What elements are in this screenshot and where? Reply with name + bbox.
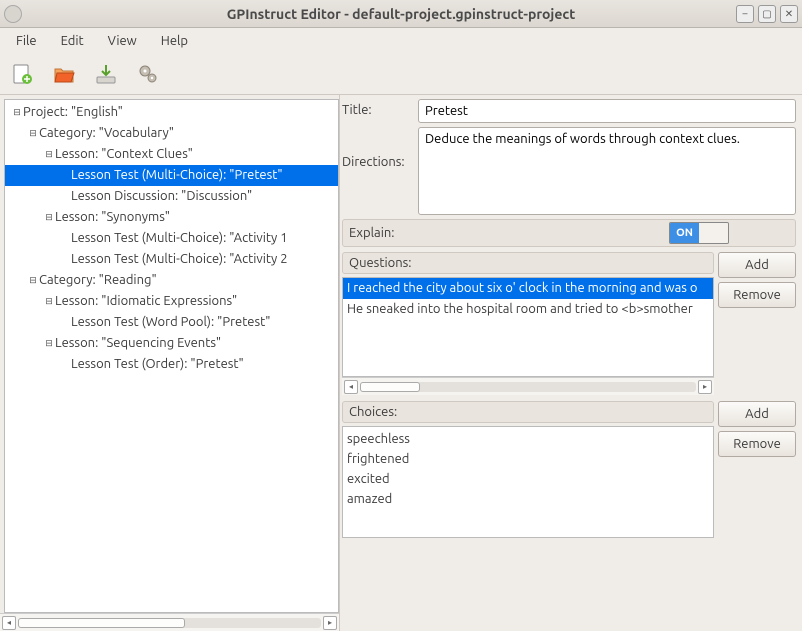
settings-button[interactable] [134,60,162,88]
remove-choice-button[interactable]: Remove [718,431,796,457]
menu-help[interactable]: Help [151,31,198,51]
questions-list[interactable]: I reached the city about six o' clock in… [342,277,714,377]
tree-item[interactable]: ⊟Lesson: "Idiomatic Expressions" [5,291,338,312]
tree-item-label: Lesson Discussion: "Discussion" [71,186,252,207]
tree-item-label: Category: "Reading" [39,270,157,291]
tree-item[interactable]: Lesson Test (Multi-Choice): "Pretest" [5,165,338,186]
question-row[interactable]: I reached the city about six o' clock in… [343,278,713,299]
tree-item-label: Lesson: "Idiomatic Expressions" [55,291,237,312]
tree-item[interactable]: ⊟Project: "English" [5,102,338,123]
tree-item[interactable]: ⊟Category: "Reading" [5,270,338,291]
tree-twisty[interactable]: ⊟ [43,144,55,165]
question-row[interactable]: He sneaked into the hospital room and tr… [343,299,713,320]
remove-question-button[interactable]: Remove [718,282,796,308]
choice-row[interactable]: amazed [343,489,713,509]
choice-row[interactable]: frightened [343,449,713,469]
titlebar: GPInstruct Editor - default-project.gpin… [0,0,802,28]
tree-item-label: Project: "English" [23,102,123,123]
choices-header: Choices: [342,401,714,423]
editor-panel: Title: Directions: Explain: ON Questions… [340,95,802,631]
directions-textarea[interactable] [418,127,796,215]
tree-item-label: Lesson Test (Multi-Choice): "Activity 2 [71,249,288,270]
menu-view[interactable]: View [98,31,147,51]
tree-twisty[interactable]: ⊟ [43,207,55,228]
toolbar [0,54,802,94]
add-question-button[interactable]: Add [718,252,796,278]
choice-row[interactable]: speechless [343,429,713,449]
new-file-button[interactable] [8,60,36,88]
tree-twisty[interactable]: ⊟ [27,123,39,144]
explain-label: Explain: [349,226,395,240]
page-plus-icon [11,63,33,85]
scroll-right-icon[interactable]: ▸ [698,380,712,394]
open-file-button[interactable] [50,60,78,88]
toggle-on-label: ON [670,223,699,243]
scroll-right-icon[interactable]: ▸ [323,616,337,630]
tree-item-label: Lesson Test (Multi-Choice): "Activity 1 [71,228,288,249]
tree-item[interactable]: Lesson Test (Multi-Choice): "Activity 2 [5,249,338,270]
tree-item[interactable]: ⊟Lesson: "Context Clues" [5,144,338,165]
tree-item[interactable]: Lesson Discussion: "Discussion" [5,186,338,207]
add-choice-button[interactable]: Add [718,401,796,427]
choices-list[interactable]: speechlessfrightenedexcitedamazed [342,426,714,538]
tree-hscrollbar[interactable]: ◂ ▸ [0,613,339,631]
tree-item-label: Lesson Test (Multi-Choice): "Pretest" [71,165,283,186]
tree-item-label: Lesson Test (Order): "Pretest" [71,354,244,375]
tree-item[interactable]: ⊟Lesson: "Sequencing Events" [5,333,338,354]
tree-item-label: Lesson: "Synonyms" [55,207,170,228]
tree-twisty[interactable]: ⊟ [43,333,55,354]
tree-item-label: Lesson Test (Word Pool): "Pretest" [71,312,270,333]
folder-open-icon [53,63,75,85]
title-input[interactable] [418,99,796,123]
window-title: GPInstruct Editor - default-project.gpin… [0,6,802,22]
tree-twisty[interactable]: ⊟ [27,270,39,291]
gears-icon [137,63,159,85]
menu-file[interactable]: File [6,31,47,51]
tree-item[interactable]: ⊟Category: "Vocabulary" [5,123,338,144]
choice-row[interactable]: excited [343,469,713,489]
questions-header: Questions: [342,252,714,274]
directions-label: Directions: [342,127,418,169]
menu-edit[interactable]: Edit [51,31,94,51]
save-down-icon [95,63,117,85]
tree-item-label: Lesson: "Context Clues" [55,144,193,165]
tree-item[interactable]: Lesson Test (Word Pool): "Pretest" [5,312,338,333]
tree-item-label: Category: "Vocabulary" [39,123,174,144]
scroll-left-icon[interactable]: ◂ [2,616,16,630]
tree-item[interactable]: Lesson Test (Multi-Choice): "Activity 1 [5,228,338,249]
menubar: File Edit View Help [0,28,802,54]
tree-item-label: Lesson: "Sequencing Events" [55,333,221,354]
explain-toggle[interactable]: ON [669,222,729,244]
tree-panel: ⊟Project: "English"⊟Category: "Vocabular… [0,95,340,631]
tree-twisty[interactable]: ⊟ [43,291,55,312]
questions-hscrollbar[interactable]: ◂ ▸ [342,377,714,395]
save-button[interactable] [92,60,120,88]
scroll-left-icon[interactable]: ◂ [344,380,358,394]
tree-item[interactable]: ⊟Lesson: "Synonyms" [5,207,338,228]
tree-twisty[interactable]: ⊟ [11,102,23,123]
tree-item[interactable]: Lesson Test (Order): "Pretest" [5,354,338,375]
title-label: Title: [342,99,418,117]
project-tree[interactable]: ⊟Project: "English"⊟Category: "Vocabular… [5,100,338,377]
